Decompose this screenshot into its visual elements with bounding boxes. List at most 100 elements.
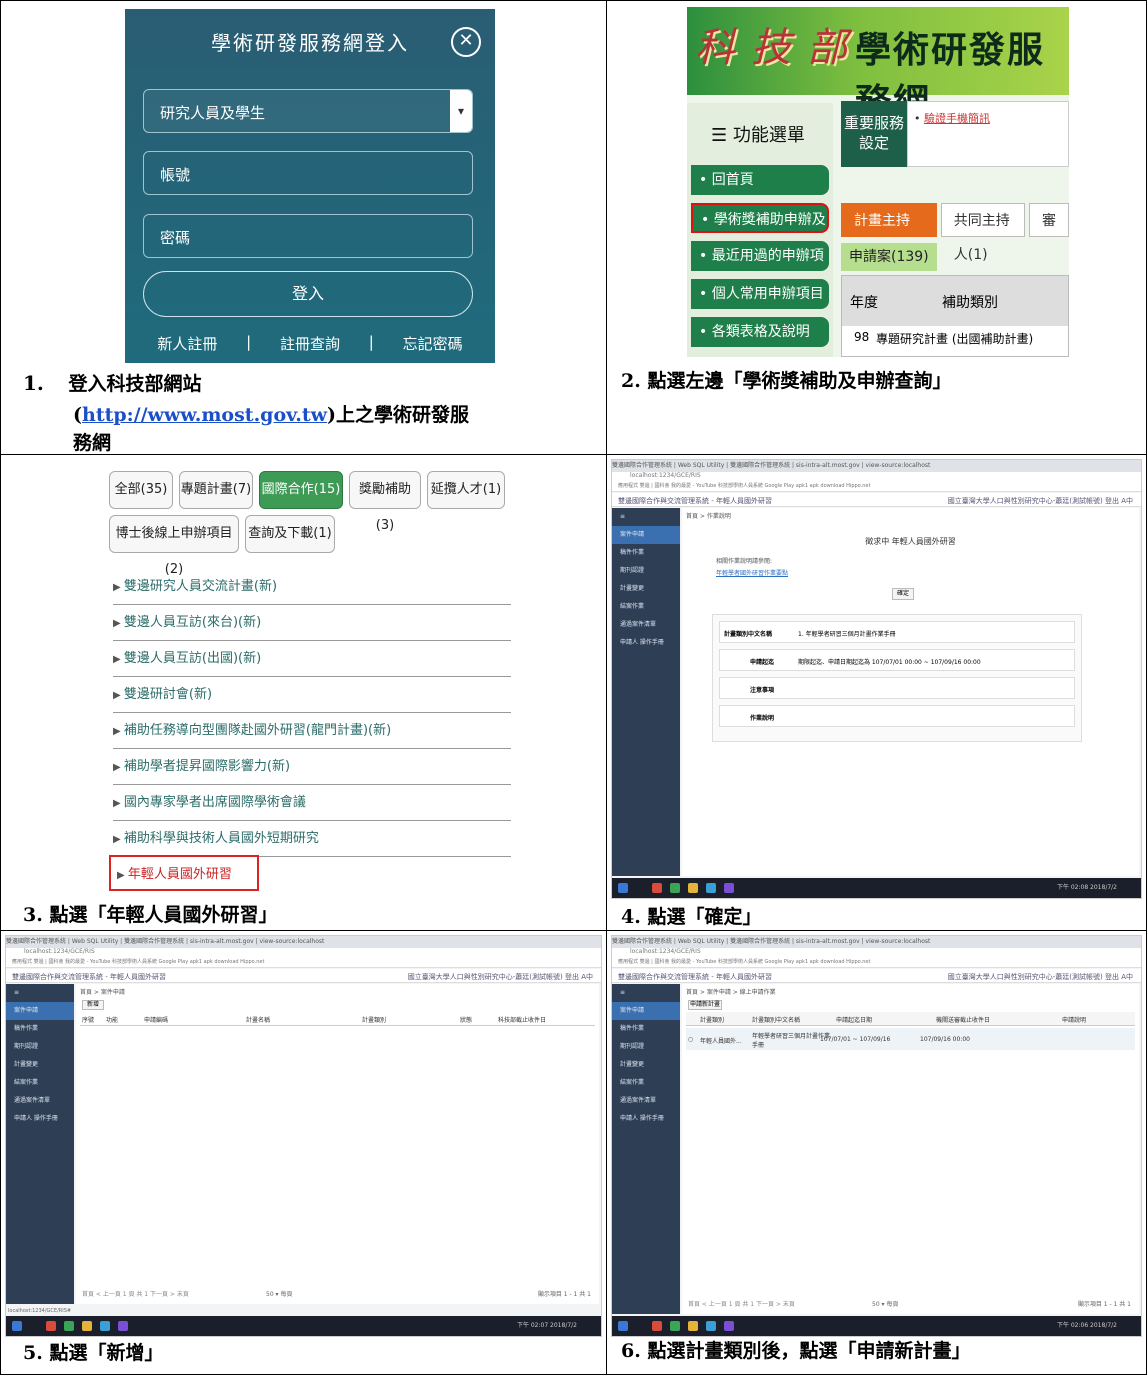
sidebar-item-draft[interactable]: 稿件作業 [612,544,680,562]
list-item[interactable]: 雙邊研究人員交流計畫(新) [113,569,511,605]
page-heading: 徵求中 年輕人員國外研習 [865,537,956,546]
identity-select[interactable]: 研究人員及學生 ▾ [143,89,473,133]
filter-postdoc[interactable]: 博士後線上申辦項目(2) [109,515,239,577]
bookmarks-bar: 應用程式 雙邊 | 國科會 我的最愛 - YouTube 科技部學術人員系統 G… [612,482,1141,492]
list-item[interactable]: 補助科學與技術人員國外短期研究 [113,821,511,857]
app-icon[interactable] [46,1321,56,1331]
menu-item-recent[interactable]: • 最近用過的申辦項目 [691,241,829,294]
sidebar-item-approved[interactable]: 通過案件清單 [6,1092,74,1110]
list-item[interactable]: 國內專家學者出席國際學術會議 [113,785,511,821]
list-item[interactable]: 補助學者提昇國際影響力(新) [113,749,511,785]
new-plan-button[interactable]: 申請新計畫 [688,1000,722,1010]
register-link[interactable]: 新人註冊 [157,333,217,354]
list-item[interactable]: 補助任務導向型團隊赴國外研習(龍門計畫)(新) [113,713,511,749]
verify-sms-link[interactable]: 驗證手機簡訊 [924,112,990,125]
filter-all[interactable]: 全部(35) [109,471,173,509]
sidebar-item-draft[interactable]: 稿件作業 [612,1020,680,1038]
sidebar-item-close[interactable]: 結案作業 [6,1074,74,1092]
sidebar-item-apply[interactable]: 案件申請 [612,1002,680,1020]
address-bar[interactable]: localhost:1234/GCE/RIS [612,948,1141,958]
step1-line3: 務網 [73,432,112,454]
sidebar-item-manual[interactable]: 申請人 操作手冊 [612,634,680,652]
info-label: 作業說明 [750,715,775,722]
pager[interactable]: 首頁 < 上一頁 1 頁 共 1 下一頁 > 末頁 [82,1289,189,1298]
list-item-young-researchers[interactable]: 年輕人員國外研習 [109,855,259,891]
pager[interactable]: 首頁 < 上一頁 1 頁 共 1 下一頁 > 末頁 [688,1299,795,1308]
menu-item-home[interactable]: • 回首頁 [691,165,829,195]
sidebar-item-manual[interactable]: 申請人 操作手冊 [612,1110,680,1128]
app-icon[interactable] [670,1321,680,1331]
sidebar-item-approved[interactable]: 通過案件清單 [612,1092,680,1110]
sidebar-item-journal[interactable]: 期刊認證 [612,1038,680,1056]
filter-talent[interactable]: 延攬人才(1) [427,471,505,509]
filter-international[interactable]: 國際合作(15) [259,471,343,509]
col-year: 年度 [850,295,878,311]
sidebar-item-journal[interactable]: 期刊認證 [6,1038,74,1056]
tab-review[interactable]: 審 [1029,203,1069,237]
app-icon[interactable] [706,1321,716,1331]
sidebar-item-approved[interactable]: 通過案件清單 [612,616,680,634]
app-icon[interactable] [64,1321,74,1331]
account-field[interactable]: 帳號 [143,151,473,195]
sidebar-item-draft[interactable]: 稿件作業 [6,1020,74,1038]
page-size-select[interactable]: 50 ▾ 每頁 [872,1299,898,1308]
filter-project[interactable]: 專題計畫(7) [179,471,253,509]
filter-awards[interactable]: 獎勵補助(3) [349,471,421,533]
most-link[interactable]: http://www.most.gov.tw [82,404,327,426]
tab-pi[interactable]: 計畫主持人(142) [841,203,937,263]
menu-item-grants[interactable]: • 學術獎補助申辦及查詢 [691,203,829,258]
menu-toggle-icon[interactable]: ≡ [6,984,74,1002]
intro-link[interactable]: 年輕學者國外研習作業要點 [716,568,788,577]
page-size-select[interactable]: 50 ▾ 每頁 [266,1289,292,1298]
row-radio[interactable]: ○ [688,1036,693,1043]
windows-icon[interactable] [618,883,628,893]
address-bar[interactable]: localhost:1234/GCE/RIS [6,948,601,958]
app-icon[interactable] [724,1321,734,1331]
service-settings[interactable]: 重要服務設定 [841,101,907,167]
app-icon[interactable] [652,1321,662,1331]
sidebar-item-change[interactable]: 計畫變更 [612,580,680,598]
sidebar-item-change[interactable]: 計畫變更 [6,1056,74,1074]
login-button[interactable]: 登入 [143,271,473,317]
windows-icon[interactable] [12,1321,22,1331]
list-item[interactable]: 雙邊人員互訪(出國)(新) [113,641,511,677]
screenshot-confirm: 雙邊國際合作管理系統 | Web SQL Utility | 雙邊國際合作管理系… [611,459,1142,899]
menu-item-favorites[interactable]: • 個人常用申辦項目 [691,279,829,309]
sidebar-item-journal[interactable]: 期刊認證 [612,562,680,580]
app-icon[interactable] [724,883,734,893]
table-header: 年度 補助類別 [842,276,1068,326]
tab-copi[interactable]: 共同主持人(1) [940,203,1025,263]
app-icon[interactable] [670,883,680,893]
list-item[interactable]: 雙邊人員互訪(來台)(新) [113,605,511,641]
sidebar-item-apply[interactable]: 案件申請 [6,1002,74,1020]
app-icon[interactable] [706,883,716,893]
add-button[interactable]: 新增 [82,1000,104,1010]
forgot-password-link[interactable]: 忘記密碼 [403,333,463,354]
subtab-applications[interactable]: 申請案(139) [841,243,937,271]
menu-item-forms[interactable]: • 各類表格及說明 [691,317,829,347]
sidebar-item-apply[interactable]: 案件申請 [612,526,680,544]
app-icon[interactable] [100,1321,110,1331]
app-icon[interactable] [82,1321,92,1331]
app-icon[interactable] [118,1321,128,1331]
table-row[interactable]: ○ 年輕人員國外... 年輕學者研習三個月計畫作業手冊 107/07/01 ~ … [686,1028,1135,1050]
confirm-button[interactable]: 確定 [892,588,914,600]
sidebar-item-change[interactable]: 計畫變更 [612,1056,680,1074]
filter-download[interactable]: 查詢及下載(1) [245,515,335,553]
app-icon[interactable] [688,1321,698,1331]
windows-icon[interactable] [618,1321,628,1331]
registration-query-link[interactable]: 註冊查詢 [280,333,340,354]
close-icon[interactable]: ✕ [451,27,481,57]
app-icon[interactable] [688,883,698,893]
app-sidebar: ≡ 案件申請 稿件作業 期刊認證 計畫變更 結案作業 通過案件清單 申請人 操作… [612,508,680,876]
sidebar-item-manual[interactable]: 申請人 操作手冊 [6,1110,74,1128]
sidebar-item-close[interactable]: 結案作業 [612,1074,680,1092]
menu-toggle-icon[interactable]: ≡ [612,508,680,526]
address-bar[interactable]: localhost:1234/GCE/RIS [612,472,1141,482]
list-item[interactable]: 雙邊研討會(新) [113,677,511,713]
menu-toggle-icon[interactable]: ≡ [612,984,680,1002]
step6-cell: 雙邊國際合作管理系統 | Web SQL Utility | 雙邊國際合作管理系… [606,930,1147,1375]
app-icon[interactable] [652,883,662,893]
sidebar-item-close[interactable]: 結案作業 [612,598,680,616]
password-field[interactable]: 密碼 [143,214,473,258]
